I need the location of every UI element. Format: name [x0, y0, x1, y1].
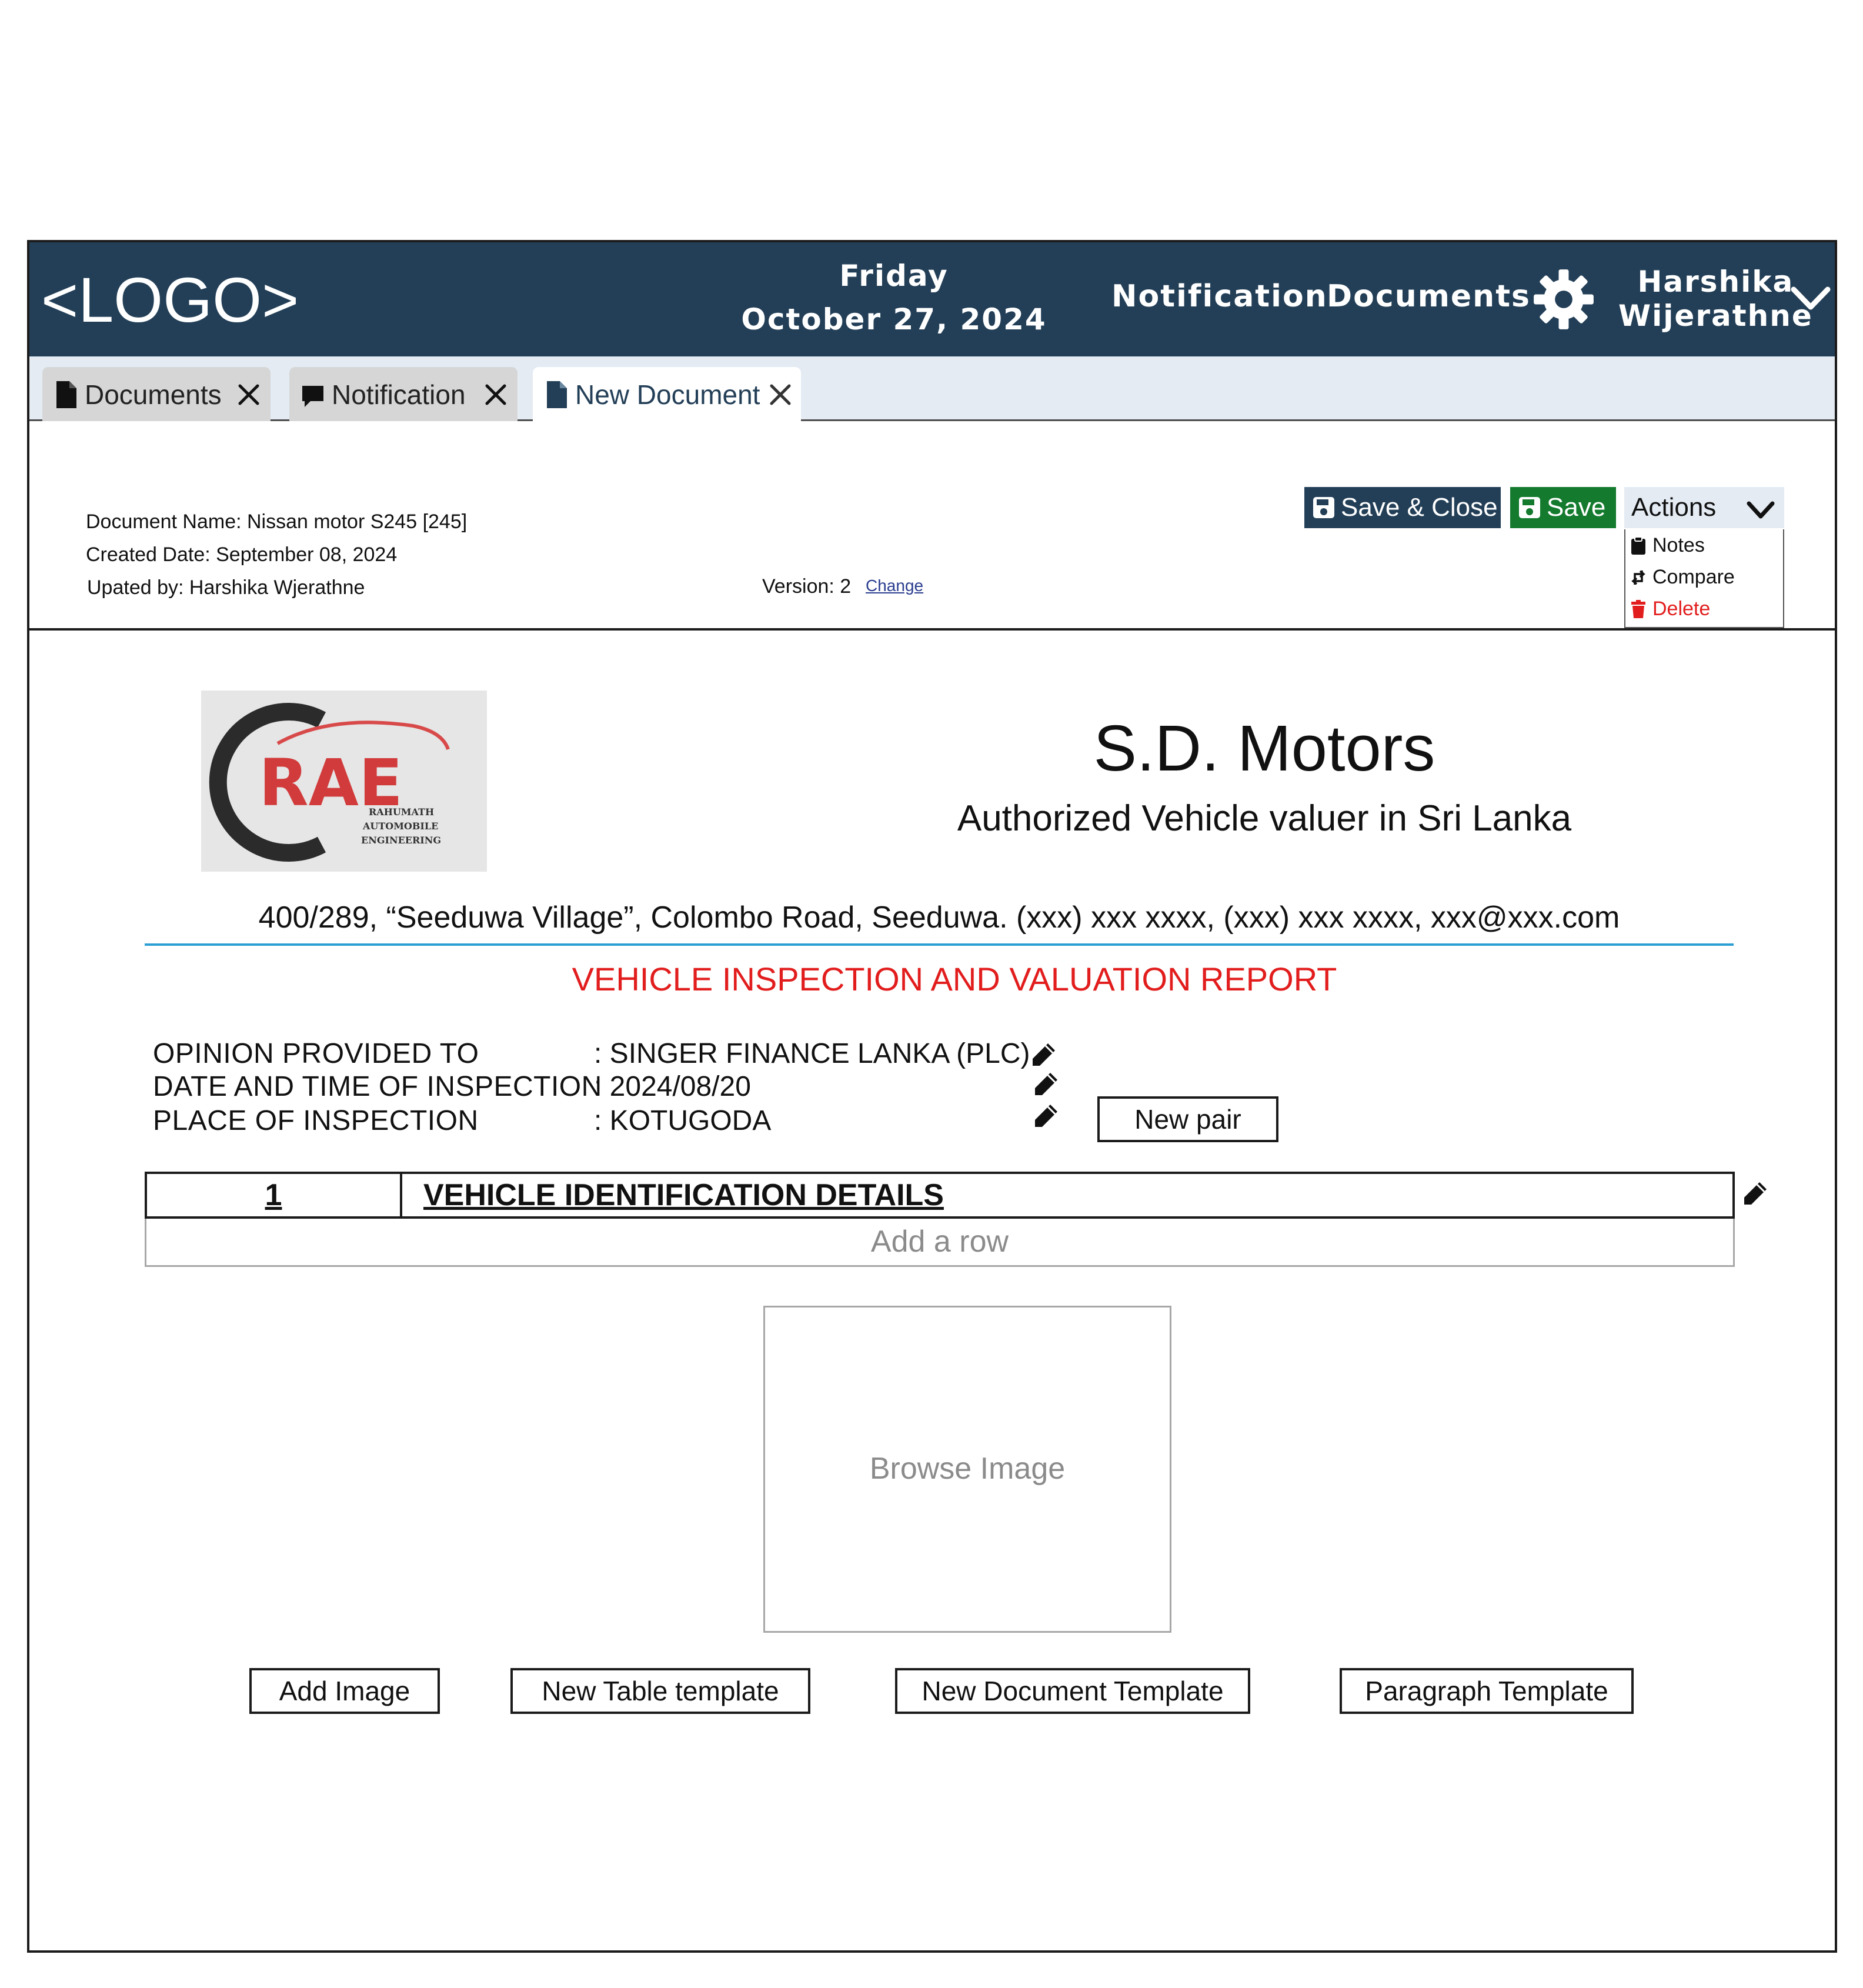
app-window: <LOGO> Friday October 27, 2024 Notificat… [27, 240, 1837, 1953]
new-pair-button[interactable]: New pair [1097, 1096, 1278, 1142]
add-row-button[interactable]: Add a row [145, 1219, 1735, 1267]
field-label-opinion: OPINION PROVIDED TO [153, 1038, 479, 1069]
menu-item-label: Notes [1652, 534, 1705, 556]
company-tagline: Authorized Vehicle valuer in Sri Lanka [957, 798, 1572, 839]
logo-sub-3: ENGINEERING [361, 835, 441, 846]
tab-notification[interactable]: Notification [289, 367, 518, 421]
section-header-row: 1 VEHICLE IDENTIFICATION DETAILS [145, 1172, 1735, 1219]
actions-dropdown[interactable]: Actions [1624, 487, 1784, 528]
menu-item-label: Delete [1652, 598, 1711, 620]
current-date-text: October 27, 2024 [741, 302, 1047, 336]
updated-by: Upated by: Harshika Wjerathne [87, 576, 365, 599]
floppy-disk-icon [1313, 497, 1334, 518]
actions-label: Actions [1631, 493, 1717, 522]
chevron-down-icon[interactable] [1790, 283, 1831, 313]
nav-notification[interactable]: Notification [1111, 279, 1328, 314]
nav-documents[interactable]: Documents [1327, 279, 1531, 314]
change-version-link[interactable]: Change [866, 576, 923, 595]
user-first-name: Harshika [1637, 265, 1794, 299]
save-label: Save [1547, 493, 1606, 522]
add-image-button[interactable]: Add Image [249, 1668, 440, 1714]
current-date: Friday October 27, 2024 [723, 254, 1064, 341]
logo-sub-1: RAHUMATH [369, 806, 434, 818]
tab-label: New Document [575, 379, 760, 410]
field-label-date: DATE AND TIME OF INSPECTION [153, 1071, 602, 1102]
section-number: 1 [147, 1174, 402, 1216]
pencil-icon[interactable] [1742, 1180, 1769, 1207]
tab-strip: Documents Notification New Document [29, 356, 1835, 423]
tab-label: Notification [332, 379, 466, 410]
paragraph-template-button[interactable]: Paragraph Template [1340, 1668, 1634, 1714]
address-rule [145, 943, 1734, 946]
floppy-disk-icon [1519, 497, 1540, 518]
menu-item-label: Compare [1652, 566, 1735, 588]
browse-image-dropzone[interactable]: Browse Image [763, 1306, 1171, 1633]
user-name[interactable]: Harshika Wijerathne [1618, 265, 1813, 333]
user-last-name: Wijerathne [1618, 299, 1813, 333]
chevron-down-icon [1747, 501, 1775, 519]
gear-icon[interactable] [1533, 268, 1595, 331]
new-table-template-button[interactable]: New Table template [510, 1668, 810, 1714]
pencil-icon[interactable] [1033, 1102, 1060, 1129]
company-logo-image: RAE RAHUMATH AUTOMOBILE ENGINEERING [201, 691, 487, 872]
new-document-template-button[interactable]: New Document Template [895, 1668, 1250, 1714]
save-close-label: Save & Close [1341, 493, 1498, 522]
field-value-date: : 2024/08/20 [594, 1071, 751, 1102]
tab-documents[interactable]: Documents [42, 367, 271, 421]
company-name: S.D. Motors [1093, 712, 1435, 785]
company-address: 400/289, “Seeduwa Village”, Colombo Road… [258, 900, 1620, 935]
field-value-opinion: : SINGER FINANCE LANKA (PLC) [594, 1038, 1030, 1069]
created-date: Created Date: September 08, 2024 [86, 543, 398, 566]
actions-menu: Notes Compare Delete [1624, 529, 1784, 628]
app-logo[interactable]: <LOGO> [41, 268, 299, 332]
top-bar: <LOGO> Friday October 27, 2024 Notificat… [29, 242, 1835, 356]
logo-sub-2: AUTOMOBILE [362, 820, 438, 832]
header-divider [29, 628, 1835, 631]
section-title: VEHICLE IDENTIFICATION DETAILS [423, 1178, 944, 1212]
clipboard-icon [1631, 536, 1645, 555]
version-label: Version: 2 [762, 575, 852, 598]
document-icon [547, 381, 567, 408]
document-name: Document Name: Nissan motor S245 [245] [86, 511, 468, 533]
field-label-place: PLACE OF INSPECTION [153, 1105, 479, 1136]
current-day: Friday [839, 259, 949, 293]
save-button[interactable]: Save [1510, 487, 1616, 528]
close-icon[interactable] [236, 382, 261, 407]
save-close-button[interactable]: Save & Close [1304, 487, 1501, 528]
tab-label: Documents [85, 379, 222, 410]
field-value-place: : KOTUGODA [594, 1105, 772, 1136]
close-icon[interactable] [768, 382, 793, 407]
chat-bubble-icon [302, 386, 323, 407]
report-title: VEHICLE INSPECTION AND VALUATION REPORT [572, 960, 1337, 998]
document-icon [56, 381, 76, 408]
close-icon[interactable] [483, 382, 508, 407]
trash-icon [1631, 600, 1645, 618]
pencil-icon[interactable] [1033, 1070, 1060, 1098]
compare-arrows-icon [1631, 570, 1645, 585]
pencil-icon[interactable] [1030, 1041, 1057, 1068]
tab-new-document[interactable]: New Document [533, 367, 801, 423]
